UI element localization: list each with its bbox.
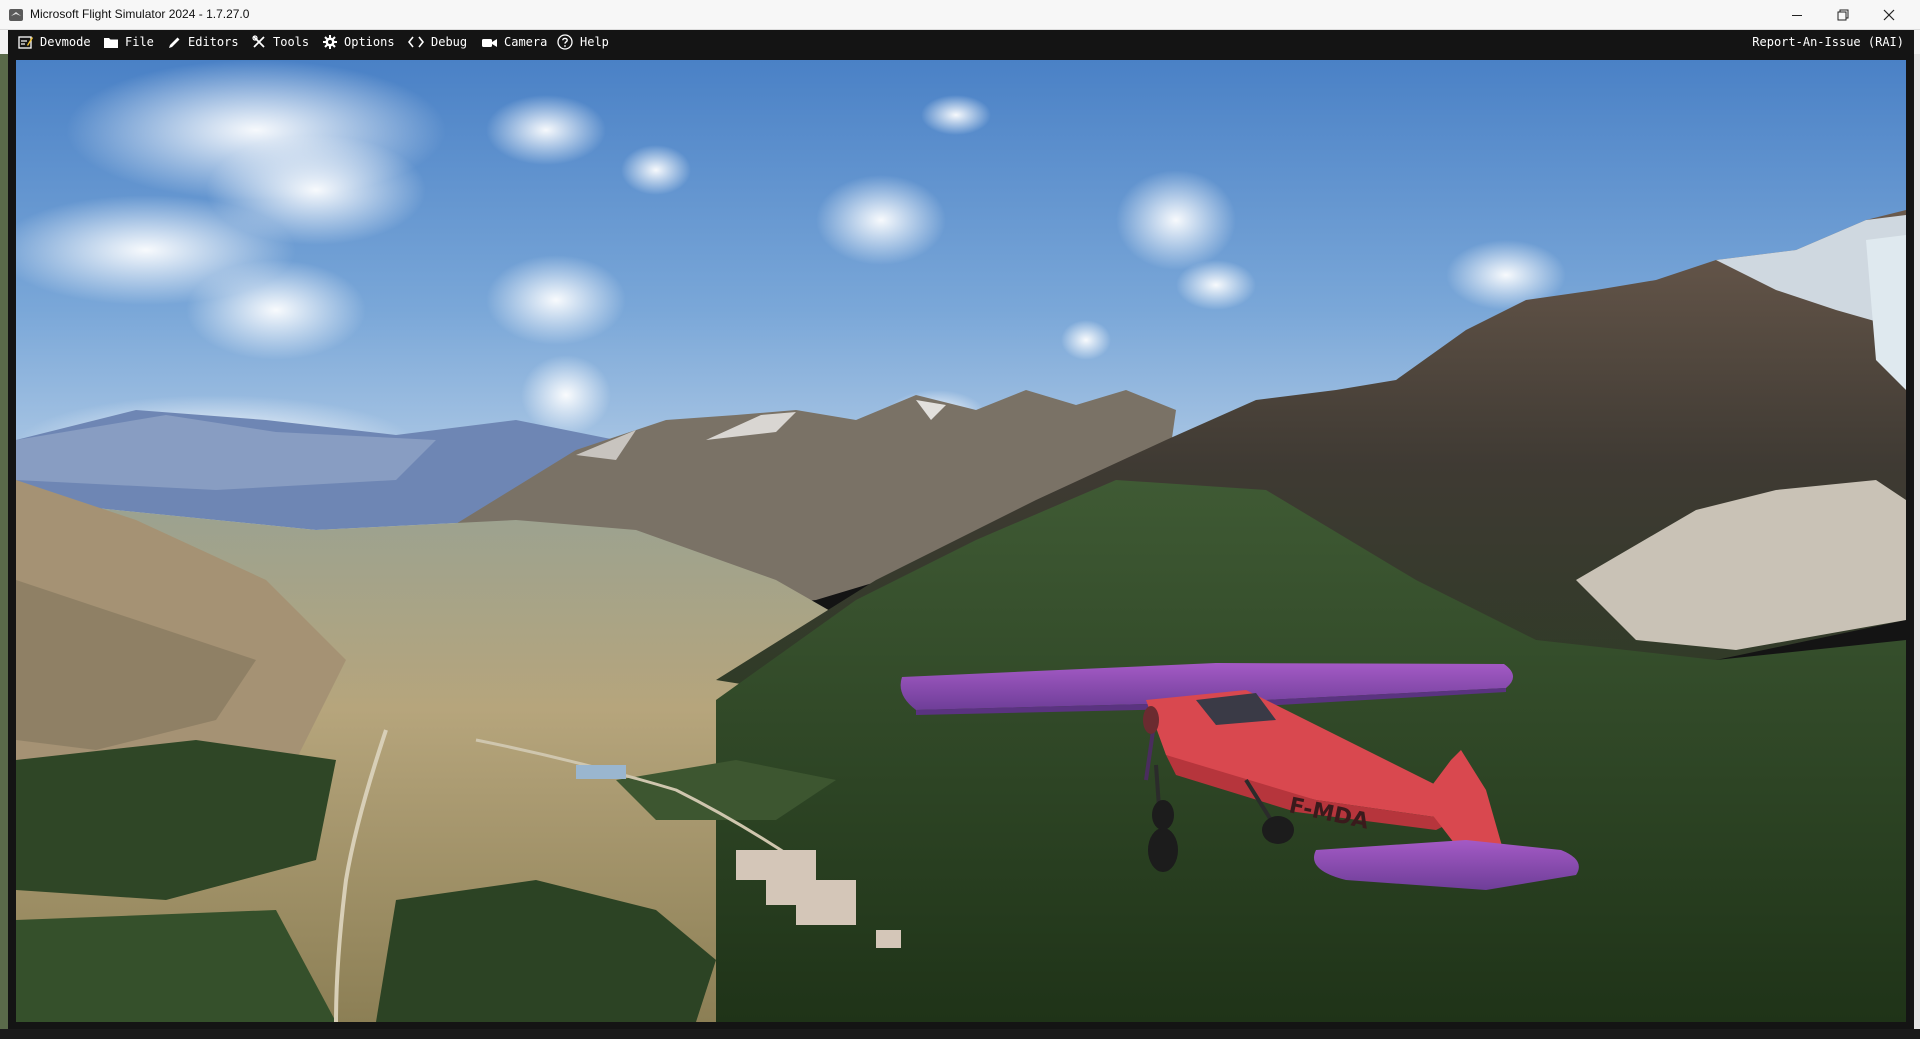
menu-tools[interactable]: Tools	[252, 30, 309, 54]
minimize-button[interactable]	[1774, 0, 1820, 29]
help-icon	[557, 34, 573, 50]
devmode-toolbar: Devmode File Editors Tools Options Debug…	[8, 30, 1914, 54]
report-an-issue-label: Report-An-Issue (RAI)	[1752, 35, 1904, 49]
camera-icon	[482, 38, 497, 47]
menu-debug-label: Debug	[431, 35, 468, 49]
menu-camera[interactable]: Camera	[482, 30, 547, 54]
menu-camera-label: Camera	[504, 35, 548, 49]
menu-help[interactable]: Help	[557, 30, 609, 54]
menu-file-label: File	[125, 35, 154, 49]
menu-debug[interactable]: Debug	[408, 30, 467, 54]
window-title: Microsoft Flight Simulator 2024 - 1.7.27…	[30, 7, 250, 21]
app-icon	[9, 9, 23, 21]
minimize-icon	[1792, 14, 1802, 16]
gear-icon	[323, 35, 337, 49]
menu-devmode-label: Devmode	[40, 35, 91, 49]
scenery-render: F-MDA	[16, 60, 1906, 1022]
code-icon	[408, 36, 424, 48]
close-button[interactable]	[1866, 0, 1912, 29]
tools-icon	[252, 35, 265, 48]
window-titlebar[interactable]: Microsoft Flight Simulator 2024 - 1.7.27…	[0, 0, 1920, 30]
bottom-window-edge	[0, 1029, 1920, 1039]
restore-icon	[1837, 9, 1849, 20]
sim-viewport[interactable]: F-MDA	[16, 60, 1906, 1022]
left-window-edge	[0, 54, 8, 1029]
menu-options[interactable]: Options	[323, 30, 395, 54]
pencil-icon	[169, 37, 180, 48]
menu-devmode[interactable]: Devmode	[18, 30, 91, 54]
menu-help-label: Help	[580, 35, 609, 49]
menu-editors[interactable]: Editors	[168, 30, 239, 54]
devmode-icon	[18, 36, 33, 49]
right-window-edge	[1914, 54, 1920, 1039]
restore-button[interactable]	[1820, 0, 1866, 29]
menu-file[interactable]: File	[104, 30, 154, 54]
menu-editors-label: Editors	[188, 35, 239, 49]
report-an-issue-button[interactable]: Report-An-Issue (RAI)	[1752, 30, 1904, 54]
close-icon	[1883, 9, 1895, 20]
menu-options-label: Options	[344, 35, 395, 49]
folder-icon	[104, 38, 118, 48]
menu-tools-label: Tools	[273, 35, 310, 49]
